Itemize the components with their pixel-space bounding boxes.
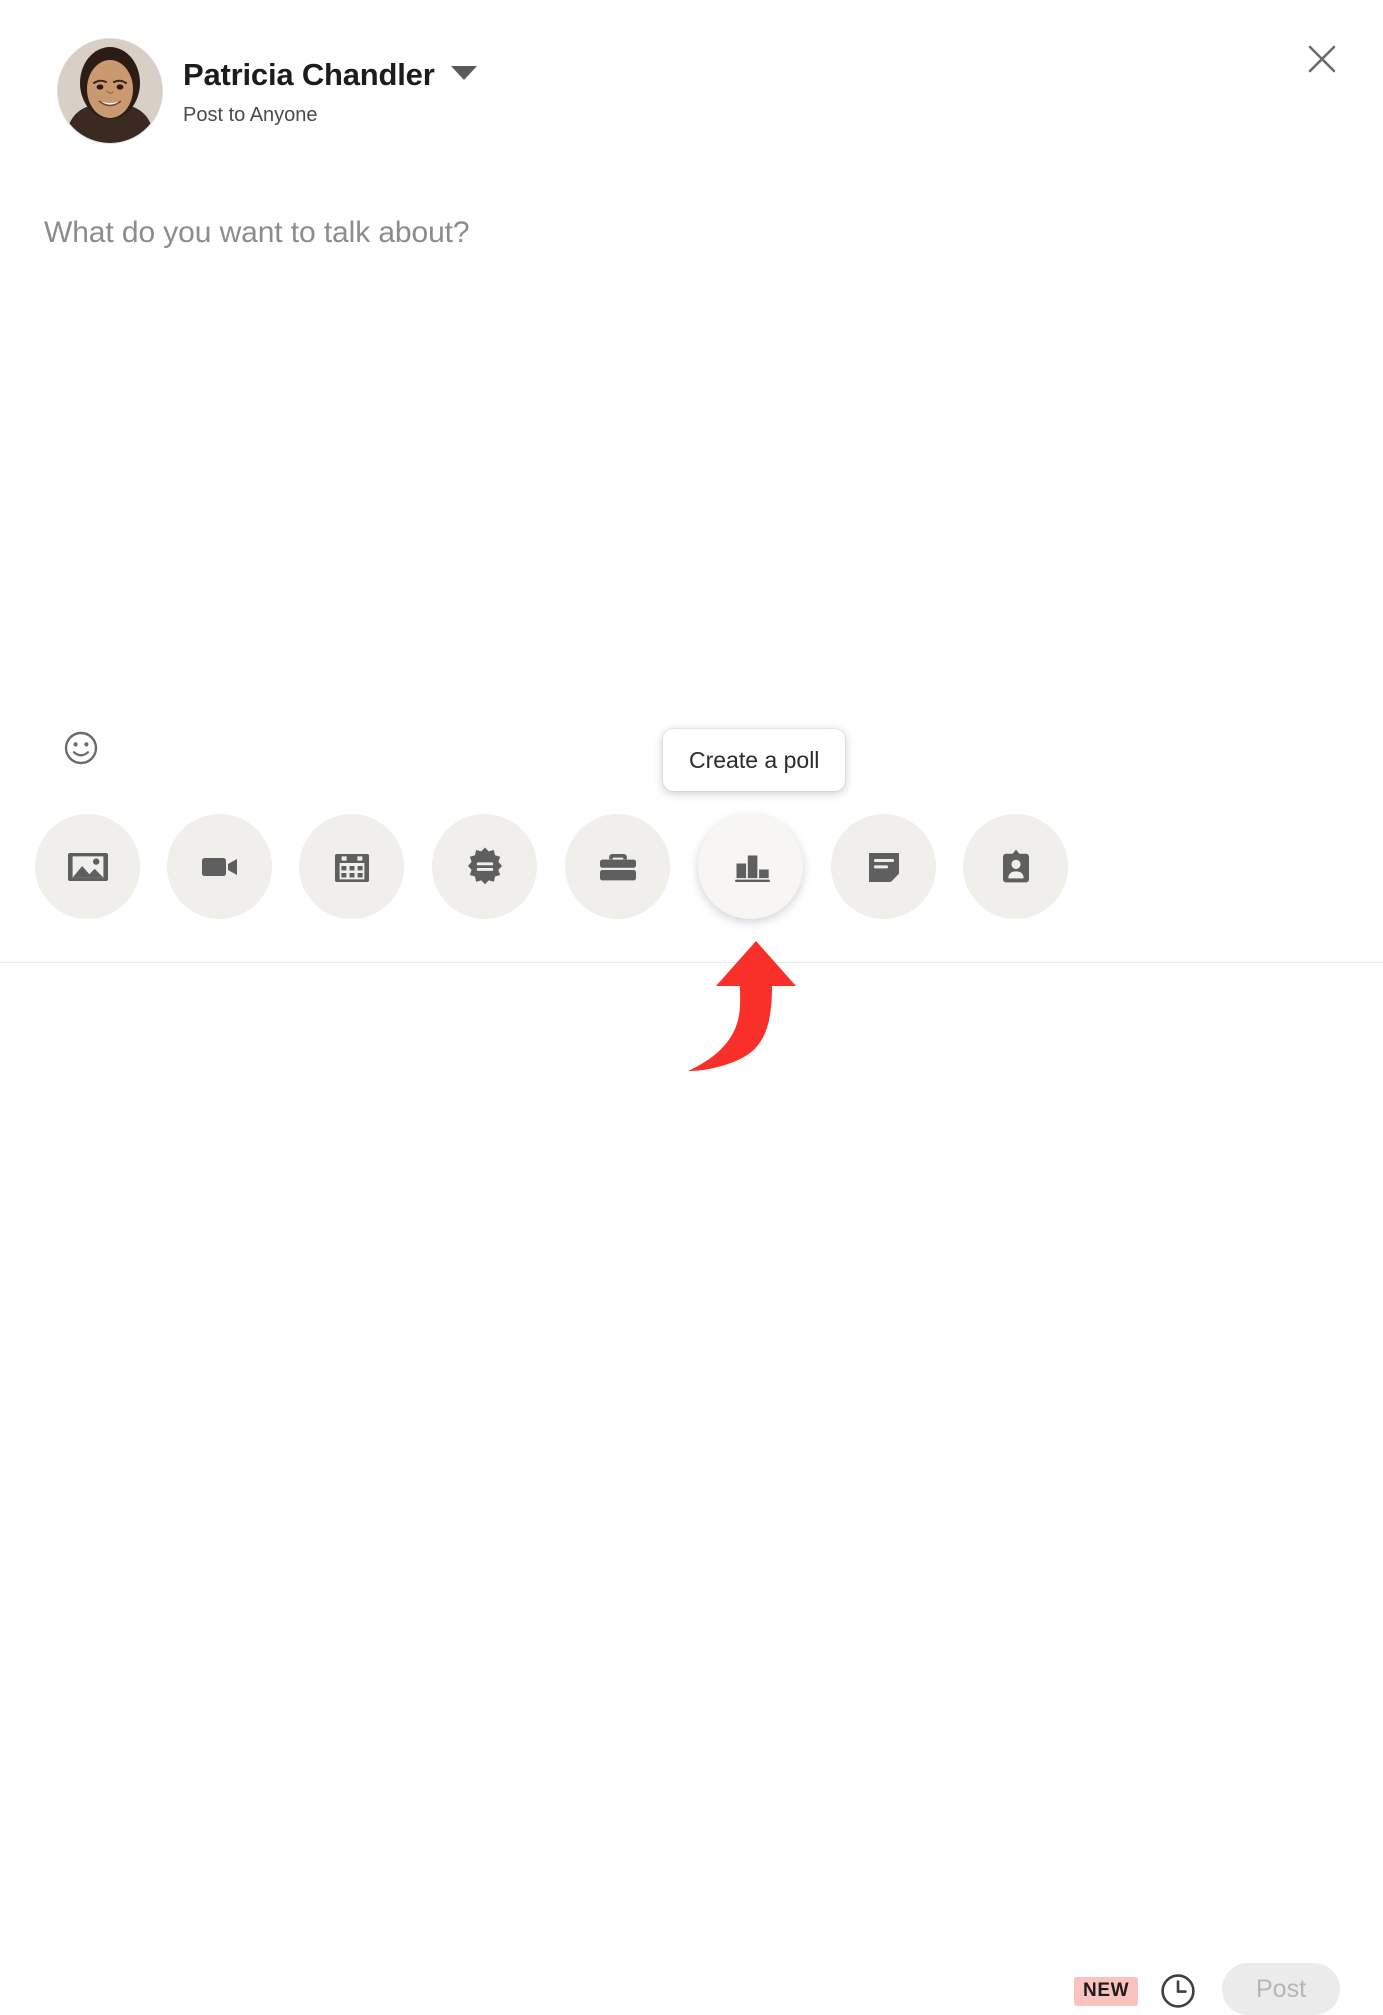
composer-header: Patricia Chandler Post to Anyone [0,0,1383,180]
post-button[interactable]: Post [1222,1963,1340,2015]
avatar-photo [58,39,162,143]
add-photo-button[interactable] [35,814,140,919]
celebrate-badge-icon [467,847,502,884]
image-icon [67,852,108,881]
write-article-button[interactable] [831,814,936,919]
emoji-smiley-icon [64,731,98,765]
add-video-button[interactable] [167,814,272,919]
chevron-down-icon[interactable] [450,66,477,80]
tooltip-text: Create a poll [689,746,820,773]
close-button[interactable] [1293,30,1351,88]
bottom-bar: NEW Post [0,963,1383,2015]
schedule-post-button[interactable] [1158,1971,1198,2011]
audience-label[interactable]: Post to Anyone [183,101,477,129]
tooltip-create-a-poll: Create a poll [663,729,846,791]
avatar[interactable] [57,38,163,144]
clock-icon [1161,1974,1195,2008]
briefcase-icon [599,853,636,880]
create-event-button[interactable] [299,814,404,919]
new-badge: NEW [1074,1977,1139,2006]
create-poll-button[interactable] [698,814,803,919]
celebrate-occasion-button[interactable] [432,814,537,919]
find-expert-button[interactable] [963,814,1068,919]
post-editor[interactable]: What do you want to talk about? [0,196,1383,696]
calendar-icon [334,853,369,882]
emoji-button[interactable] [60,727,102,769]
document-icon [868,852,899,882]
poll-bar-chart-icon [734,855,770,882]
share-hiring-button[interactable] [565,814,670,919]
id-badge-icon [1002,849,1029,882]
editor-placeholder: What do you want to talk about? [44,216,470,249]
video-camera-icon [201,857,237,876]
close-icon [1308,45,1336,73]
author-name: Patricia Chandler [183,57,435,92]
identity-block[interactable]: Patricia Chandler Post to Anyone [183,55,477,129]
media-toolbar [0,814,1383,922]
